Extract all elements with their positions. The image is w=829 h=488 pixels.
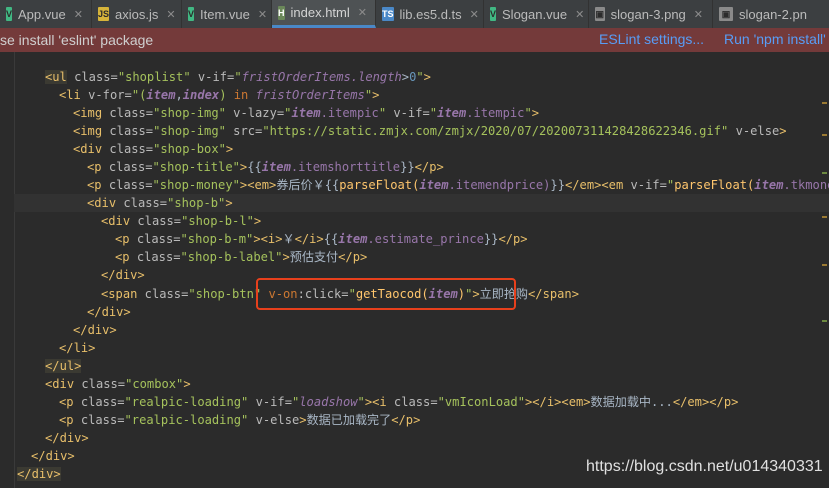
close-icon[interactable]: ✕ [258,8,267,21]
code-line: <p class="shop-money"><em>券后价￥{{parseFlo… [87,178,829,192]
code-line: </li> [59,341,96,355]
notice-message: se install 'eslint' package [0,32,154,48]
tab-label: axios.js [115,6,159,22]
tab-label: App.vue [18,6,66,22]
watermark: https://blog.csdn.net/u014340331 [586,458,823,475]
error-stripe-marker[interactable] [822,134,827,136]
tab-label: slogan-2.pn [739,6,807,22]
eslint-notification-bar: se install 'eslint' package ESLint setti… [0,28,829,52]
code-line: </div> [17,467,61,481]
tab-index-html[interactable]: H index.html ✕ [272,0,376,28]
vue-file-icon: V [6,7,13,21]
eslint-settings-link[interactable]: ESLint settings... [599,31,704,47]
js-file-icon: JS [98,7,110,21]
code-line: <p class="shop-title">{{item.itemshortti… [87,160,444,174]
tab-label: lib.es5.d.ts [399,6,462,22]
image-file-icon: ▣ [719,7,733,21]
code-line: </div> [73,323,117,337]
tab-label: Item.vue [200,6,250,22]
code-line: <p class="shop-b-m"><i>￥</i>{{item.estim… [115,232,528,246]
ts-file-icon: TS [382,7,394,21]
error-stripe-marker[interactable] [822,320,827,322]
run-npm-install-link[interactable]: Run 'npm install' [724,31,826,47]
close-icon[interactable]: ✕ [166,8,175,21]
close-icon[interactable]: ✕ [575,8,584,21]
code-line: <div class="shop-b-l"> [101,214,262,228]
close-icon[interactable]: ✕ [470,8,479,21]
image-file-icon: ▣ [595,7,605,21]
error-stripe-marker[interactable] [822,264,827,266]
code-line: <ul class="shoplist" v-if="fristOrderIte… [45,70,431,84]
tab-app-vue[interactable]: V App.vue ✕ [0,0,92,28]
error-stripe-marker[interactable] [822,216,827,218]
tab-item-vue[interactable]: V Item.vue ✕ [182,0,272,28]
gutter [14,52,15,488]
tab-label: index.html [290,5,350,20]
error-stripe-marker[interactable] [822,172,827,174]
code-editor[interactable]: <ul class="shoplist" v-if="fristOrderIte… [0,52,829,488]
editor-tab-bar: V App.vue ✕ JS axios.js ✕ V Item.vue ✕ H… [0,0,829,29]
code-line: <img class="shop-img" src="https://stati… [73,124,787,138]
code-line: <li v-for="(item,index) in fristOrderIte… [59,88,380,102]
tab-slogan-3-png[interactable]: ▣ slogan-3.png ✕ [589,0,713,28]
highlight-annotation-box [256,278,516,310]
code-line: <div class="shop-box"> [73,142,234,156]
tab-label: Slogan.vue [502,6,568,22]
tab-slogan-2-png[interactable]: ▣ slogan-2.pn [713,0,829,28]
vue-file-icon: V [188,7,195,21]
tab-axios-js[interactable]: JS axios.js ✕ [92,0,182,28]
code-line: <p class="realpic-loading" v-else>数据已加载完… [59,413,421,427]
vue-file-icon: V [490,7,497,21]
code-line: </div> [45,431,89,445]
close-icon[interactable]: ✕ [74,8,83,21]
code-line: <img class="shop-img" v-lazy="item.itemp… [73,106,539,120]
error-stripe-marker[interactable] [822,102,827,104]
current-code-line: <div class="shop-b"> [14,194,829,212]
code-line: </ul> [45,359,82,373]
code-line: </div> [101,268,145,282]
close-icon[interactable]: ✕ [694,8,703,21]
code-line: <p class="shop-b-label">预估支付</p> [115,250,368,264]
tab-lib-es5-d-ts[interactable]: TS lib.es5.d.ts ✕ [376,0,484,28]
close-icon[interactable]: ✕ [358,6,367,19]
code-line: </div> [87,305,131,319]
tab-label: slogan-3.png [610,6,686,22]
code-line: <div class="combox"> [45,377,191,391]
html-file-icon: H [278,5,285,20]
code-line: </div> [31,449,75,463]
code-line: <p class="realpic-loading" v-if="loadsho… [59,395,739,409]
tab-slogan-vue[interactable]: V Slogan.vue ✕ [484,0,589,28]
